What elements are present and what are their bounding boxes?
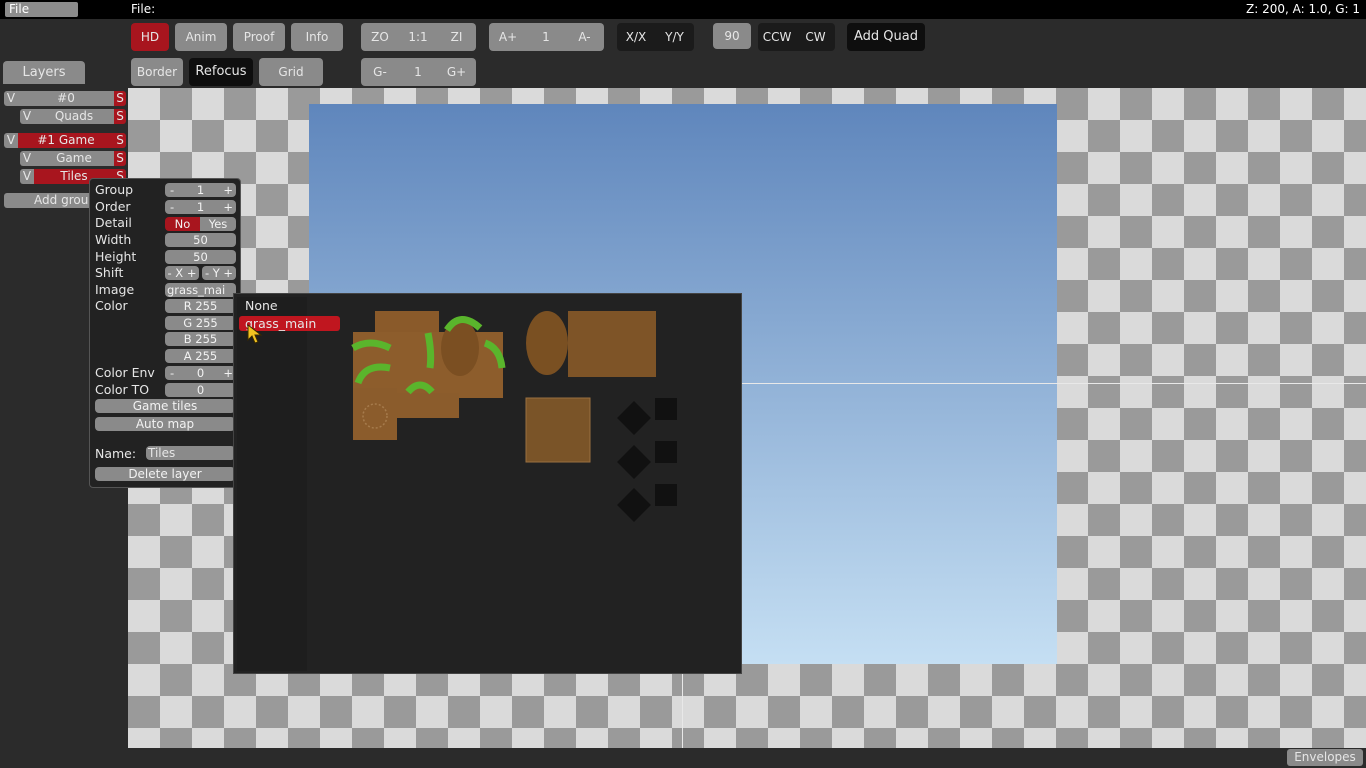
- flip-y-button[interactable]: Y/Y: [655, 23, 694, 51]
- name-label: Name:: [95, 446, 137, 461]
- game-tiles-button[interactable]: Game tiles: [95, 399, 235, 413]
- zoom-out-button[interactable]: ZO: [361, 23, 399, 51]
- info-button[interactable]: Info: [291, 23, 343, 51]
- delete-layer-button[interactable]: Delete layer: [95, 467, 235, 481]
- select-toggle[interactable]: S: [114, 91, 126, 106]
- select-toggle[interactable]: S: [114, 109, 126, 124]
- decrement-button[interactable]: -: [170, 183, 174, 197]
- hd-button[interactable]: HD: [131, 23, 169, 51]
- layer-name[interactable]: Game: [34, 151, 114, 166]
- grid-factor-value: 1: [414, 65, 422, 79]
- detail-toggle[interactable]: No Yes: [165, 217, 236, 231]
- anim-speed-down-button[interactable]: A-: [565, 23, 604, 51]
- proof-button[interactable]: Proof: [233, 23, 285, 51]
- image-label: Image: [95, 282, 135, 297]
- decrement-button[interactable]: -: [170, 200, 174, 214]
- color-r-field[interactable]: R 255: [165, 299, 236, 313]
- image-select-button[interactable]: grass_mai: [165, 283, 236, 297]
- color-env-value: 0: [196, 366, 205, 380]
- flip-x-button[interactable]: X/X: [617, 23, 655, 51]
- rotate-angle-field[interactable]: 90: [713, 23, 751, 49]
- shift-x-button[interactable]: - X +: [165, 266, 199, 280]
- height-field[interactable]: 50: [165, 250, 236, 264]
- color-env-label: Color Env: [95, 365, 155, 380]
- zoom-in-button[interactable]: ZI: [437, 23, 476, 51]
- auto-map-button[interactable]: Auto map: [95, 417, 235, 431]
- order-stepper[interactable]: - 1 +: [165, 200, 236, 214]
- color-a-field[interactable]: A 255: [165, 349, 236, 363]
- menu-bar: [0, 0, 1366, 19]
- color-to-field[interactable]: 0: [165, 383, 236, 397]
- detail-yes-option[interactable]: Yes: [200, 217, 236, 231]
- shift-label: Shift: [95, 265, 124, 280]
- order-value: 1: [196, 200, 205, 214]
- width-label: Width: [95, 232, 132, 247]
- color-g-field[interactable]: G 255: [165, 316, 236, 330]
- canvas-guide-horizontal: [742, 383, 1366, 384]
- grid-increase-button[interactable]: G+: [437, 58, 476, 86]
- select-toggle[interactable]: S: [114, 133, 126, 148]
- color-to-label: Color TO: [95, 382, 150, 397]
- file-label: File:: [131, 2, 156, 16]
- group-stepper[interactable]: - 1 +: [165, 183, 236, 197]
- rotate-ccw-button[interactable]: CCW: [758, 23, 796, 51]
- increment-button[interactable]: +: [223, 366, 233, 380]
- visibility-toggle[interactable]: V: [20, 109, 34, 124]
- visibility-toggle[interactable]: V: [4, 91, 18, 106]
- color-env-stepper[interactable]: - 0 +: [165, 366, 236, 380]
- layer-name-input[interactable]: Tiles: [146, 446, 235, 460]
- tab-layers[interactable]: Layers: [3, 61, 85, 84]
- decrement-button[interactable]: -: [170, 366, 174, 380]
- group-name[interactable]: #0: [18, 91, 114, 106]
- mouse-cursor-icon: [247, 323, 265, 348]
- add-quad-button[interactable]: Add Quad: [847, 23, 925, 51]
- image-list: [237, 297, 307, 671]
- tileset-preview: [350, 308, 690, 528]
- increment-button[interactable]: +: [223, 183, 233, 197]
- detail-label: Detail: [95, 215, 132, 230]
- anim-speed-value: 1: [542, 30, 550, 44]
- grid-button[interactable]: Grid: [259, 58, 323, 86]
- color-b-field[interactable]: B 255: [165, 332, 236, 346]
- image-option-none[interactable]: None: [245, 298, 278, 313]
- envelopes-button[interactable]: Envelopes: [1287, 749, 1363, 766]
- shadow-tiles: [617, 398, 677, 522]
- layer-name[interactable]: Quads: [34, 109, 114, 124]
- group-label: Group: [95, 182, 134, 197]
- grid-decrease-button[interactable]: G-: [361, 58, 399, 86]
- width-field[interactable]: 50: [165, 233, 236, 247]
- refocus-button[interactable]: Refocus: [189, 58, 253, 86]
- visibility-toggle[interactable]: V: [20, 169, 34, 184]
- shift-controls: - X + - Y +: [165, 266, 236, 280]
- color-label: Color: [95, 298, 128, 313]
- anim-button[interactable]: Anim: [175, 23, 227, 51]
- detail-no-option[interactable]: No: [165, 217, 200, 231]
- visibility-toggle[interactable]: V: [20, 151, 34, 166]
- status-text: Z: 200, A: 1.0, G: 1: [1246, 2, 1360, 16]
- shift-y-button[interactable]: - Y +: [202, 266, 236, 280]
- height-label: Height: [95, 249, 137, 264]
- dirt-tiles: [353, 311, 656, 463]
- border-button[interactable]: Border: [131, 58, 183, 86]
- select-toggle[interactable]: S: [114, 151, 126, 166]
- visibility-toggle[interactable]: V: [4, 133, 18, 148]
- zoom-reset-button[interactable]: 1:1: [399, 23, 437, 51]
- file-menu-button[interactable]: File: [5, 2, 78, 17]
- rotate-cw-button[interactable]: CW: [796, 23, 835, 51]
- order-label: Order: [95, 199, 131, 214]
- canvas-guide-vertical: [682, 674, 683, 748]
- anim-speed-up-button[interactable]: A+: [489, 23, 527, 51]
- group-value: 1: [196, 183, 205, 197]
- group-name[interactable]: #1 Game: [18, 133, 114, 148]
- increment-button[interactable]: +: [223, 200, 233, 214]
